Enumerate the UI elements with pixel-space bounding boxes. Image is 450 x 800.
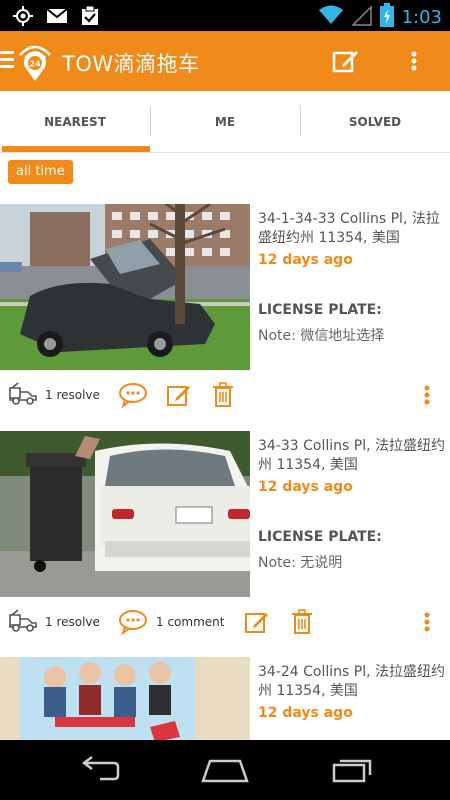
report-address: 34-24 Collins Pl, 法拉盛纽约州 11354, 美国 [258, 664, 445, 699]
report-address: 34-33 Collins Pl, 法拉盛纽约州 11354, 美国 [258, 438, 445, 473]
gps-icon [12, 5, 34, 31]
drawer-menu-icon[interactable] [0, 51, 14, 71]
app-title: TOW滴滴拖车 [62, 52, 200, 76]
app-screen: 1:03 24 TOW滴滴拖车 NEAREST ME SOLVED all ti… [0, 0, 450, 800]
action-bar: 24 TOW滴滴拖车 [0, 31, 450, 91]
resolve-count: 1 resolve [45, 388, 100, 402]
app-logo-icon[interactable]: 24 [16, 41, 54, 87]
time-filter-chip[interactable]: all time [8, 160, 73, 184]
card-action-row: 1 resolve [0, 376, 450, 416]
back-icon[interactable] [78, 755, 122, 789]
edit-icon[interactable] [166, 382, 192, 412]
logo-badge-text: 24 [29, 60, 41, 69]
report-time-ago: 12 days ago [258, 705, 353, 721]
comment-icon[interactable] [118, 609, 148, 639]
report-address: 34-1-34-33 Collins Pl, 法拉盛纽约州 11354, 美国 [258, 211, 440, 246]
report-photo[interactable] [0, 204, 250, 370]
comment-icon[interactable] [118, 382, 148, 412]
status-time: 1:03 [401, 6, 442, 28]
resolve-count: 1 resolve [45, 615, 100, 629]
tab-me[interactable]: ME [150, 91, 300, 153]
tab-bar: NEAREST ME SOLVED [0, 91, 450, 153]
delete-icon[interactable] [212, 382, 234, 412]
tow-truck-icon [8, 609, 38, 637]
edit-icon[interactable] [244, 609, 270, 639]
recents-icon[interactable] [330, 755, 374, 789]
card-action-row: 1 resolve 1 comment [0, 603, 450, 643]
home-icon[interactable] [200, 755, 250, 789]
report-card[interactable]: 34-1-34-33 Collins Pl, 法拉盛纽约州 11354, 美国 … [0, 204, 450, 418]
report-card[interactable]: 34-24 Collins Pl, 法拉盛纽约州 11354, 美国 12 da… [0, 657, 450, 740]
report-time-ago: 12 days ago [258, 479, 353, 495]
comment-count: 1 comment [156, 615, 225, 629]
tab-nearest[interactable]: NEAREST [0, 91, 150, 153]
card-overflow-icon[interactable] [420, 382, 434, 412]
wifi-icon [318, 4, 344, 30]
card-overflow-icon[interactable] [420, 609, 434, 639]
overflow-menu-icon[interactable] [406, 47, 422, 75]
clipboard-check-icon [80, 5, 100, 31]
report-photo[interactable] [0, 431, 250, 597]
license-plate-label: LICENSE PLATE: [258, 529, 382, 545]
report-card[interactable]: 34-33 Collins Pl, 法拉盛纽约州 11354, 美国 12 da… [0, 431, 450, 645]
report-note: Note: 微信地址选择 [258, 328, 385, 344]
report-photo[interactable] [0, 657, 250, 740]
system-nav-bar [0, 740, 450, 800]
compose-icon[interactable] [331, 47, 359, 75]
status-bar: 1:03 [0, 0, 450, 31]
delete-icon[interactable] [291, 609, 313, 639]
tab-solved[interactable]: SOLVED [300, 91, 450, 153]
report-time-ago: 12 days ago [258, 252, 353, 268]
battery-charging-icon [379, 3, 394, 31]
tow-truck-icon [8, 382, 38, 410]
report-note: Note: 无说明 [258, 555, 343, 571]
tab-selected-indicator [2, 146, 150, 152]
gmail-icon [46, 7, 68, 29]
license-plate-label: LICENSE PLATE: [258, 302, 382, 318]
signal-icon [350, 4, 372, 30]
